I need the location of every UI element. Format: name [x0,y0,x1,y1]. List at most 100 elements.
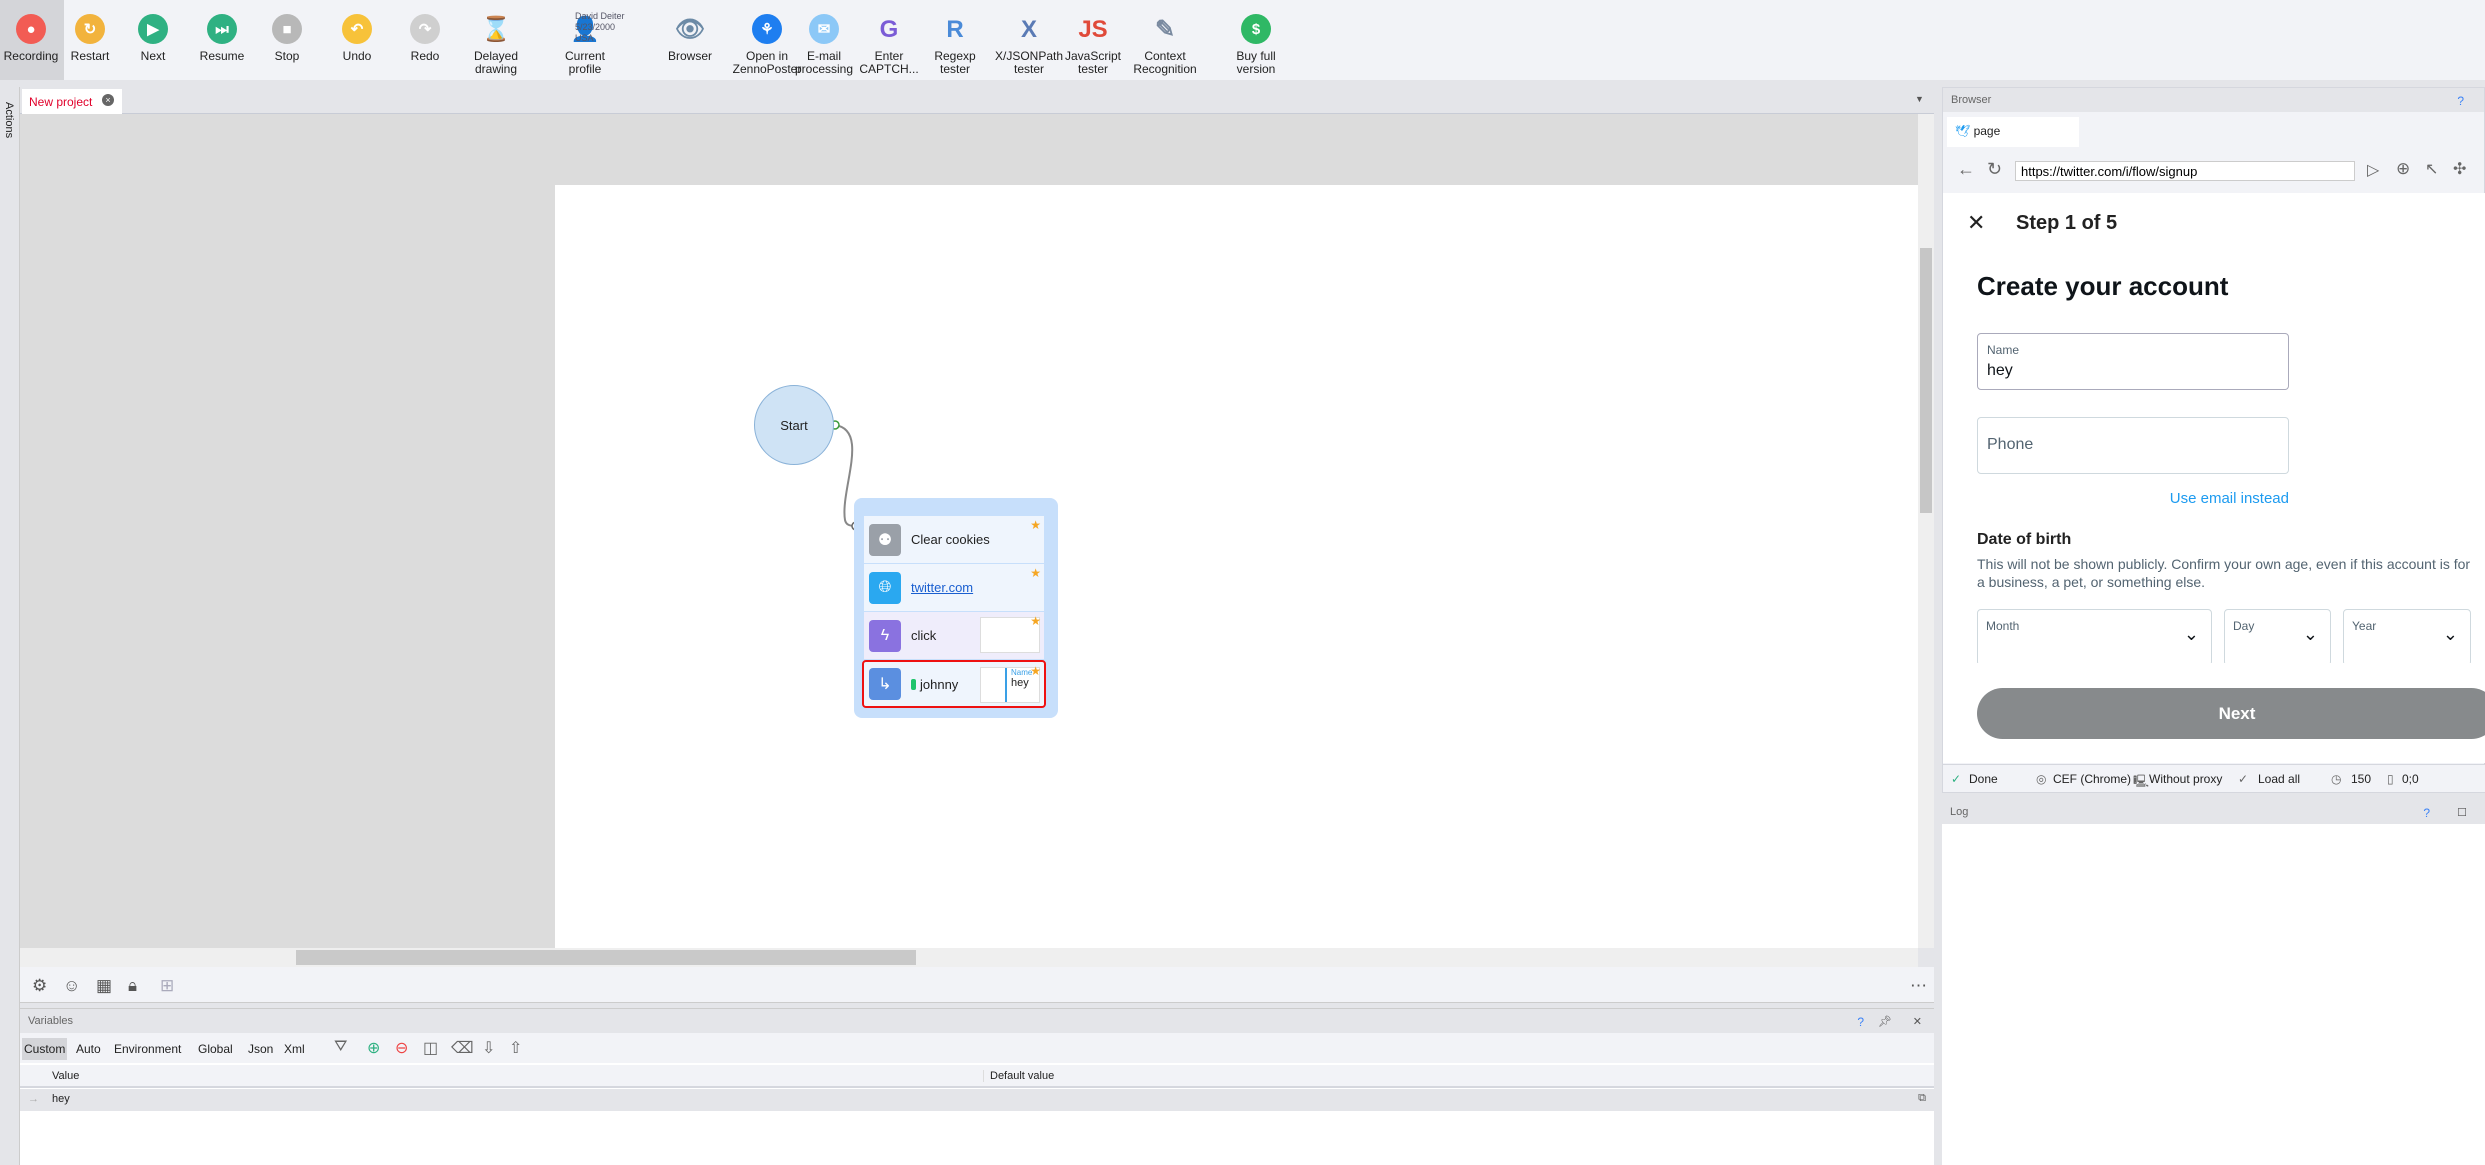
action-group[interactable]: ⚉ Clear cookies ★ 🌐︎ twitter.com ★ ϟ click ★ ↳ joh… [854,498,1058,718]
profile-country: USA [575,33,594,43]
toolbar-javascript-button[interactable]: JS JavaScript tester [1062,0,1124,80]
canvas-vertical-scrollbar[interactable] [1918,114,1934,948]
pin-icon[interactable]: 📌︎ [1878,1015,1892,1028]
chevron-down-icon: ⌄ [2302,624,2318,644]
toolbar-label: Delayed drawing [473,49,519,76]
move-down-icon[interactable]: ⇩ [482,1038,495,1058]
tab-new-project[interactable]: New project × [22,89,122,114]
close-icon[interactable]: ✕ [1913,1015,1922,1028]
toolbar-eye-button[interactable]: 👁 Browser [660,0,720,80]
toolbar-redo-button[interactable]: ↷ Redo [398,0,452,80]
add-circle-icon[interactable]: ⊕ [2396,159,2410,179]
remove-variable-icon[interactable]: ⊖ [395,1038,408,1058]
month-select[interactable]: Month ⌄ [1977,609,2212,666]
help-icon[interactable]: ? [1857,1015,1864,1029]
user-icon[interactable]: ☺ [63,976,80,996]
next-button[interactable]: Next [1977,688,2485,739]
toolbar-regexp-button[interactable]: R Regexp tester [920,0,990,80]
toolbar-dollar-button[interactable]: $ Buy full version [1208,0,1304,80]
cursor-icon[interactable]: ↖ [2425,159,2438,179]
toolbar-resume-button[interactable]: ⏭ Resume [192,0,252,80]
toolbar-mail-button[interactable]: ✉ E-mail processing [794,0,854,80]
back-icon[interactable]: ← [1957,159,1975,180]
day-select[interactable]: Day ⌄ [2224,609,2331,666]
tab-environment[interactable]: Environment [112,1038,183,1060]
tab-global[interactable]: Global [196,1038,235,1060]
maximize-icon[interactable]: ☐ [2457,806,2467,819]
tab-json[interactable]: Json [246,1038,275,1060]
puzzle-icon[interactable]: ✣ [2453,159,2466,179]
name-value[interactable]: hey [1987,362,2013,380]
page-heading: Create your account [1977,271,2229,301]
toolbar-label: Current profile [564,49,605,76]
star-icon[interactable]: ★ [1030,566,1041,580]
resume-icon: ⏭ [207,14,237,44]
star-icon[interactable]: ★ [1030,614,1041,628]
reload-icon[interactable]: ↻ [1987,159,2002,180]
close-tab-icon[interactable]: × [102,94,114,106]
toolbar-record-button[interactable]: ● Recording [0,0,64,80]
toolbar-xpath-button[interactable]: X X/JSONPath tester [995,0,1063,80]
toolbar-undo-button[interactable]: ↶ Undo [330,0,384,80]
toolbar-play-button[interactable]: ▶ Next [126,0,180,80]
actions-sidebar[interactable]: Actions [0,87,20,1165]
phone-placeholder: Phone [1987,436,2034,453]
status-engine[interactable]: CEF (Chrome) [2053,772,2131,786]
lock-icon[interactable]: 🔒︎ [128,976,137,996]
copy-icon[interactable]: ⧉ [1918,1092,1926,1105]
split-icon[interactable]: ◫ [423,1038,438,1058]
year-select[interactable]: Year ⌄ [2343,609,2471,666]
more-icon[interactable]: ⋯ [1910,976,1927,996]
action-click[interactable]: ϟ click ★ [864,612,1044,660]
toolbar-captcha-button[interactable]: G Enter CAPTCH... [858,0,920,80]
close-icon[interactable]: ✕ [1967,210,1985,236]
action-twitter-com[interactable]: 🌐︎ twitter.com ★ [864,564,1044,612]
vertical-scroll-thumb[interactable] [1920,248,1932,513]
horizontal-scroll-thumb[interactable] [296,950,916,965]
toolbar-label: Buy full version [1236,49,1276,76]
tab-auto[interactable]: Auto [74,1038,103,1060]
day-label: Day [2233,619,2255,633]
use-email-link[interactable]: Use email instead [2089,490,2289,507]
star-icon[interactable]: ★ [1030,664,1041,678]
row-value[interactable]: hey [52,1093,70,1105]
help-icon[interactable]: ? [2457,94,2464,108]
status-timeout[interactable]: 150 [2351,772,2371,786]
url-input[interactable] [2015,161,2355,181]
settings-icon[interactable]: ⚙ [32,976,47,996]
name-field[interactable]: Name hey [1977,333,2289,390]
clear-icon[interactable]: ⌫ [451,1038,474,1058]
grid-icon[interactable]: ▦ [96,976,112,996]
column-default-value[interactable]: Default value [983,1070,1054,1082]
toolbar-label: Restart [70,49,110,63]
column-value[interactable]: Value [52,1070,79,1082]
start-node[interactable]: Start [754,385,834,465]
action-label: click [911,628,937,643]
dob-text: This will not be shown publicly. Confirm… [1977,556,2471,590]
zennoposter-icon: ⚘ [752,14,782,44]
phone-field[interactable]: Phone [1977,417,2289,474]
toolbar-stop-button[interactable]: ■ Stop [260,0,314,80]
log-title: Log [1950,806,1969,818]
move-up-icon[interactable]: ⇧ [509,1038,522,1058]
tab-custom[interactable]: Custom [22,1038,68,1060]
toolbar-hourglass-button[interactable]: ⌛ Delayed drawing [466,0,526,80]
add-variable-icon[interactable]: ⊕ [367,1038,380,1058]
status-load[interactable]: Load all [2258,772,2300,786]
table-row[interactable]: → hey ⧉ [20,1089,1934,1111]
toolbar-restart-button[interactable]: ↻ Restart [62,0,118,80]
help-icon[interactable]: ? [2423,806,2430,820]
tab-xml[interactable]: Xml [282,1038,307,1060]
filter-icon[interactable]: ⛛ [334,1038,347,1056]
browser-tab-page[interactable]: 🕊︎ page [1947,117,2079,147]
star-icon[interactable]: ★ [1030,518,1041,532]
action-clear-cookies[interactable]: ⚉ Clear cookies ★ [864,516,1044,564]
play-icon[interactable]: ▷ [2367,160,2379,180]
add-block-icon[interactable]: ⊞ [160,976,174,996]
tab-dropdown-icon[interactable]: ▼ [1915,94,1924,104]
action-johnny[interactable]: ↳ johnny Name hey ★ [862,660,1046,708]
toolbar-context-recognition-button[interactable]: ✎ Context Recognition [1130,0,1200,80]
canvas-sheet [555,185,1918,948]
status-proxy[interactable]: Without proxy [2149,772,2222,786]
log-panel: Log? ☐ [1942,800,2485,1165]
